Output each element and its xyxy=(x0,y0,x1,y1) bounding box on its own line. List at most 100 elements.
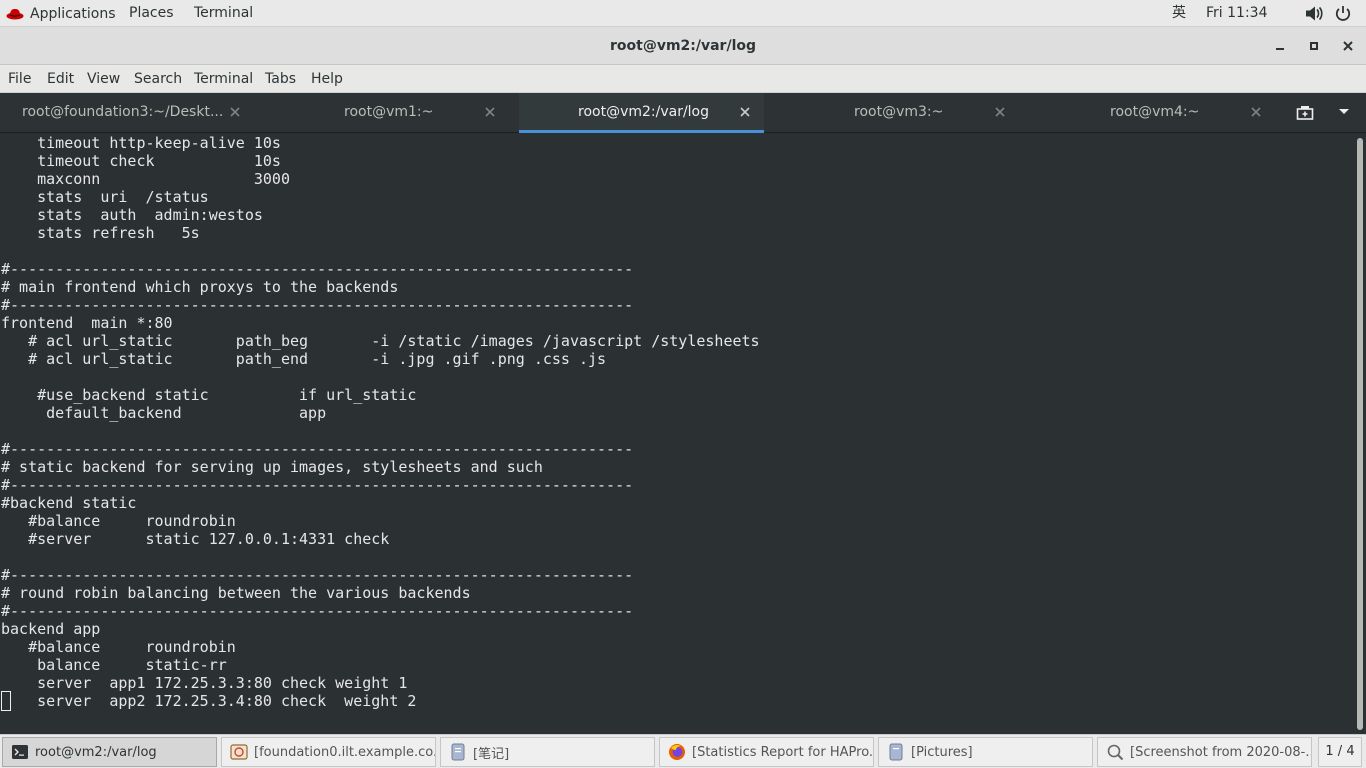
terminal-line: server app1 172.25.3.3:80 check weight 1 xyxy=(1,674,408,692)
taskbar-item-label: [Pictures] xyxy=(911,744,973,760)
taskbar-item-label: [笔记] xyxy=(473,746,510,762)
menu-tabs[interactable]: Tabs xyxy=(265,65,296,93)
minimize-icon xyxy=(1276,48,1284,50)
menu-view[interactable]: View xyxy=(87,65,120,93)
terminal-lines: timeout http-keep-alive 10s timeout chec… xyxy=(1,134,760,710)
terminal-line: timeout check 10s xyxy=(1,152,281,170)
terminal-line: #server static 127.0.0.1:4331 check xyxy=(1,530,390,548)
menu-edit[interactable]: Edit xyxy=(47,65,74,93)
tab-label: root@vm3:~ xyxy=(854,104,944,120)
terminal-line: # acl url_static path_end -i .jpg .gif .… xyxy=(1,350,607,368)
terminal-line: timeout http-keep-alive 10s xyxy=(1,134,281,152)
clock[interactable]: Fri 11:34 xyxy=(1206,0,1267,27)
taskbar-item-notes[interactable]: [笔记] xyxy=(440,737,655,767)
terminal-line: stats auth admin:westos xyxy=(1,206,263,224)
tab-foundation3[interactable]: root@foundation3:~/Deskt... xyxy=(0,93,262,133)
applications-menu[interactable]: Applications xyxy=(6,0,116,27)
tab-label: root@foundation3:~/Deskt... xyxy=(22,104,224,120)
window-list-taskbar: root@vm2:/var/log [foundation0.ilt.examp… xyxy=(0,734,1366,768)
tab-bar: root@foundation3:~/Deskt... root@vm1:~ r… xyxy=(0,93,1366,133)
terminal-scrollbar[interactable] xyxy=(1354,134,1366,734)
close-tab-icon[interactable] xyxy=(228,105,242,119)
tab-label: root@vm2:/var/log xyxy=(578,104,710,120)
maximize-icon xyxy=(1310,42,1318,50)
folder-icon xyxy=(889,743,903,761)
screenshot-icon xyxy=(1107,744,1124,761)
taskbar-item-terminal[interactable]: root@vm2:/var/log xyxy=(2,737,217,767)
terminal-line: balance static-rr xyxy=(1,656,227,674)
tab-label: root@vm1:~ xyxy=(344,104,434,120)
tab-vm2[interactable]: root@vm2:/var/log xyxy=(519,93,764,133)
taskbar-item-label: [Screenshot from 2020-08-... xyxy=(1130,744,1312,760)
terminal-output[interactable]: timeout http-keep-alive 10s timeout chec… xyxy=(0,134,1354,734)
menu-bar: File Edit View Search Terminal Tabs Help xyxy=(0,65,1366,93)
power-icon[interactable] xyxy=(1334,0,1352,27)
close-tab-icon[interactable] xyxy=(1249,105,1263,119)
menu-help[interactable]: Help xyxy=(311,65,343,93)
terminal-line: #---------------------------------------… xyxy=(1,260,634,278)
terminal-app-menu[interactable]: Terminal xyxy=(194,0,253,27)
volume-icon[interactable] xyxy=(1304,0,1324,27)
tab-label: root@vm4:~ xyxy=(1110,104,1200,120)
terminal-line: # static backend for serving up images, … xyxy=(1,458,543,476)
taskbar-item-label: [Statistics Report for HAPro... xyxy=(692,744,874,760)
close-window-button[interactable] xyxy=(1338,36,1358,56)
terminal-line: #use_backend static if url_static xyxy=(1,386,417,404)
active-tab-indicator xyxy=(519,130,764,133)
taskbar-item-virt-manager[interactable]: [foundation0.ilt.example.co... xyxy=(221,737,436,767)
maximize-button[interactable] xyxy=(1304,36,1324,56)
taskbar-item-label: [foundation0.ilt.example.co... xyxy=(254,744,436,760)
tab-vm3[interactable]: root@vm3:~ xyxy=(764,93,1020,133)
terminal-line: #---------------------------------------… xyxy=(1,440,634,458)
terminal-line: # main frontend which proxys to the back… xyxy=(1,278,399,296)
terminal-line: backend app xyxy=(1,620,101,638)
redhat-icon xyxy=(6,8,24,19)
menu-search[interactable]: Search xyxy=(134,65,182,93)
terminal-line: # round robin balancing between the vari… xyxy=(1,584,471,602)
tab-menu-chevron-down-icon[interactable] xyxy=(1338,108,1350,116)
minimize-button[interactable] xyxy=(1270,36,1290,56)
taskbar-item-label: root@vm2:/var/log xyxy=(35,744,157,760)
terminal-line: maxconn 3000 xyxy=(1,170,290,188)
terminal-line: #balance roundrobin xyxy=(1,638,236,656)
workspace-indicator[interactable]: 1 / 4 xyxy=(1318,737,1362,767)
places-menu[interactable]: Places xyxy=(129,0,174,27)
top-panel: Applications Places Terminal 英 Fri 11:34 xyxy=(0,0,1366,27)
firefox-icon xyxy=(669,744,685,760)
terminal-line: server app2 172.25.3.4:80 check weight 2 xyxy=(1,692,417,710)
taskbar-item-firefox[interactable]: [Statistics Report for HAPro... xyxy=(659,737,874,767)
terminal-line: stats uri /status xyxy=(1,188,209,206)
window-title: root@vm2:/var/log xyxy=(609,38,757,54)
tab-vm4[interactable]: root@vm4:~ xyxy=(1020,93,1276,133)
terminal-line: #---------------------------------------… xyxy=(1,476,634,494)
virt-manager-icon xyxy=(230,744,248,760)
terminal-line: #---------------------------------------… xyxy=(1,602,634,620)
applications-label: Applications xyxy=(30,5,116,22)
scrollbar-thumb[interactable] xyxy=(1357,138,1363,730)
taskbar-item-pictures[interactable]: [Pictures] xyxy=(878,737,1093,767)
terminal-line: #---------------------------------------… xyxy=(1,566,634,584)
close-tab-icon[interactable] xyxy=(738,105,752,119)
terminal-icon xyxy=(12,745,28,759)
menu-file[interactable]: File xyxy=(8,65,31,93)
terminal-cursor xyxy=(1,691,11,711)
taskbar-item-screenshot[interactable]: [Screenshot from 2020-08-... xyxy=(1097,737,1312,767)
tab-vm1[interactable]: root@vm1:~ xyxy=(262,93,519,133)
terminal-line: default_backend app xyxy=(1,404,327,422)
new-tab-icon[interactable] xyxy=(1296,105,1314,121)
terminal-line: #balance roundrobin xyxy=(1,512,236,530)
close-icon xyxy=(1343,41,1353,51)
window-titlebar[interactable]: root@vm2:/var/log xyxy=(0,27,1366,65)
close-tab-icon[interactable] xyxy=(993,105,1007,119)
menu-terminal[interactable]: Terminal xyxy=(194,65,253,93)
terminal-line: stats refresh 5s xyxy=(1,224,200,242)
close-tab-icon[interactable] xyxy=(483,105,497,119)
terminal-line: #backend static xyxy=(1,494,137,512)
input-method-indicator[interactable]: 英 xyxy=(1172,0,1186,27)
document-icon xyxy=(451,743,465,761)
terminal-line: #---------------------------------------… xyxy=(1,296,634,314)
